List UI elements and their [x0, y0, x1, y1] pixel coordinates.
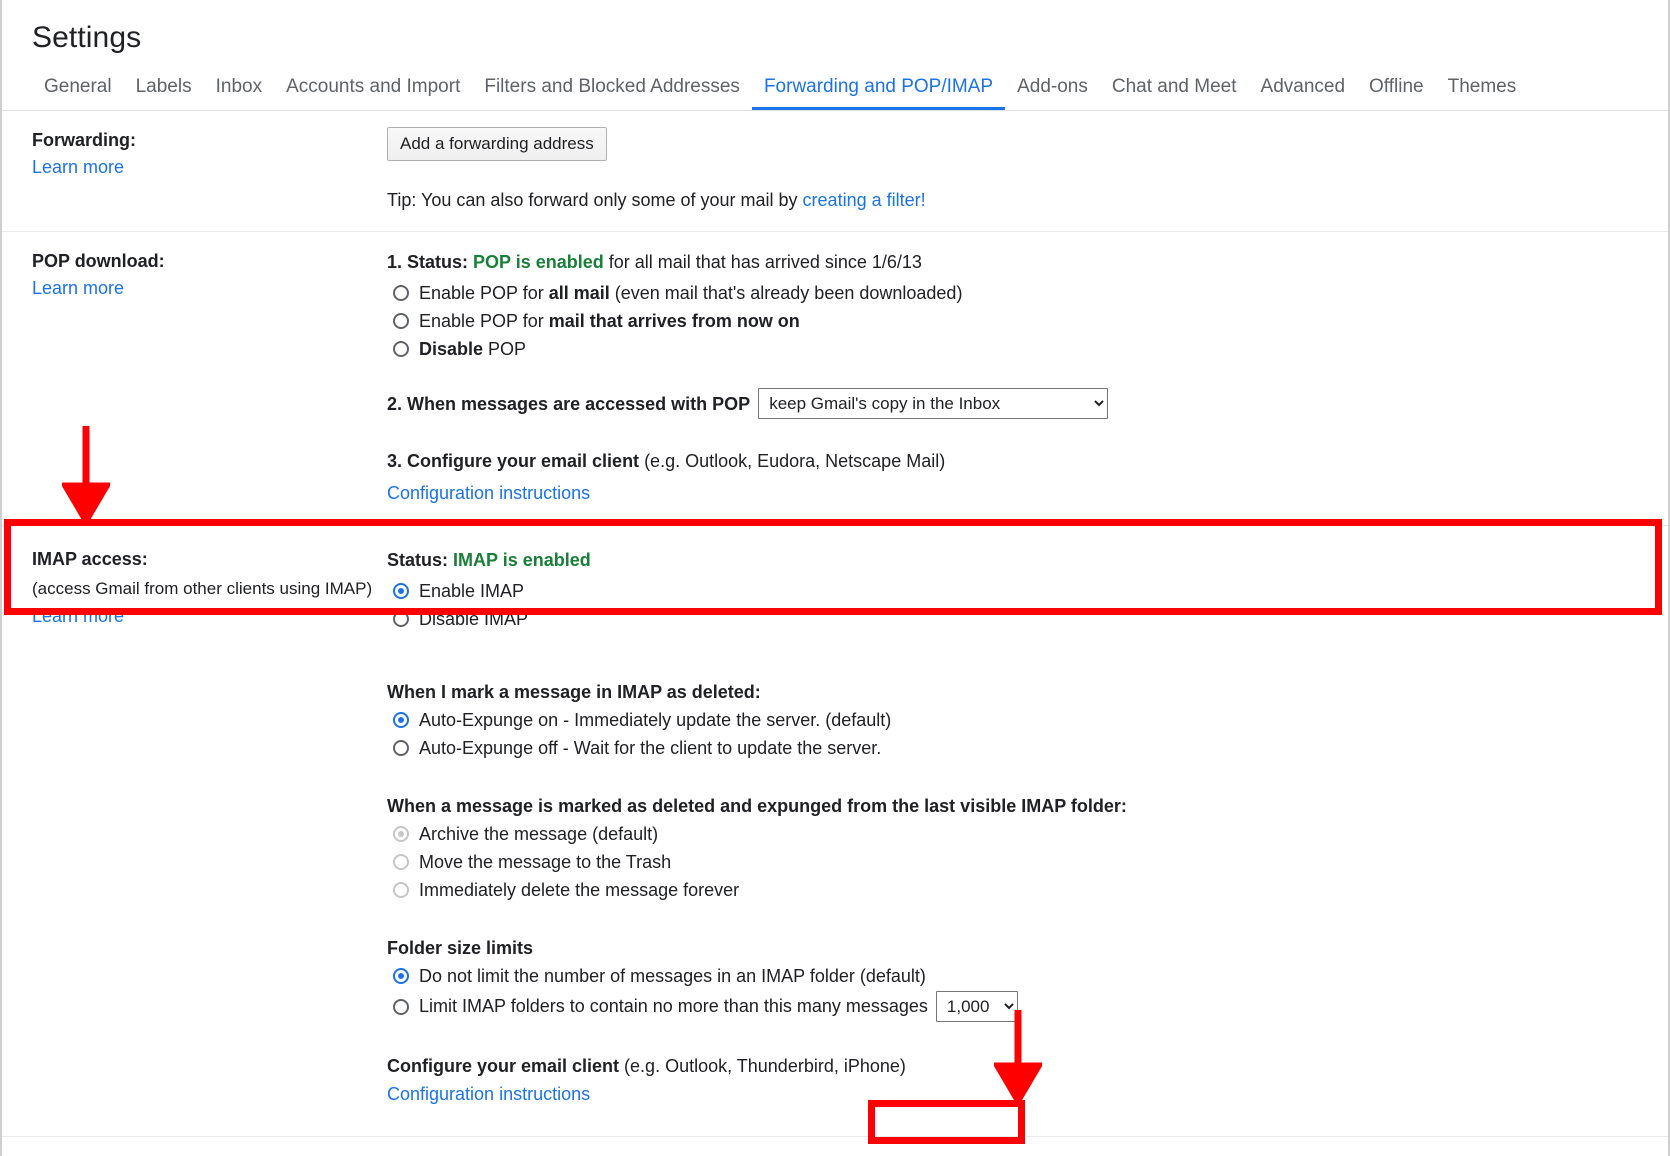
radio-icon[interactable]	[393, 583, 409, 599]
forwarding-tip-text: Tip: You can also forward only some of y…	[387, 190, 803, 210]
forwarding-section: Forwarding: Learn more Add a forwarding …	[2, 111, 1668, 231]
imap-autoexpunge-on-label: Auto-Expunge on - Immediately update the…	[419, 710, 892, 730]
pop-label-column: POP download: Learn more	[2, 232, 387, 525]
radio-icon	[393, 854, 409, 870]
imap-expunged-archive-option: Archive the message (default)	[387, 821, 1668, 848]
pop-download-section: POP download: Learn more 1. Status: POP …	[2, 231, 1668, 525]
imap-learn-more-link[interactable]: Learn more	[32, 602, 124, 630]
pop-status-word: Status:	[407, 252, 474, 272]
imap-option-enable[interactable]: Enable IMAP	[387, 578, 1668, 605]
tab-filters-and-blocked-addresses[interactable]: Filters and Blocked Addresses	[472, 76, 752, 110]
tab-add-ons[interactable]: Add-ons	[1005, 76, 1100, 110]
pop-status-badge: POP is enabled	[473, 252, 604, 272]
forwarding-tip: Tip: You can also forward only some of y…	[387, 187, 1668, 213]
pop-option-disable-label: Disable POP	[419, 339, 527, 359]
radio-icon[interactable]	[393, 968, 409, 984]
imap-option-disable[interactable]: Disable IMAP	[387, 606, 1668, 633]
tab-labels[interactable]: Labels	[124, 76, 204, 110]
pop-option-from-now-on[interactable]: Enable POP for mail that arrives from no…	[387, 308, 1668, 335]
radio-icon[interactable]	[393, 313, 409, 329]
settings-tabbar: General Labels Inbox Accounts and Import…	[2, 66, 1668, 111]
radio-icon[interactable]	[393, 740, 409, 756]
imap-deleted-heading: When I mark a message in IMAP as deleted…	[387, 682, 761, 702]
forwarding-body-column: Add a forwarding address Tip: You can al…	[387, 111, 1668, 231]
tab-accounts-and-import[interactable]: Accounts and Import	[274, 76, 472, 110]
imap-status-badge: IMAP is enabled	[453, 550, 591, 570]
imap-option-enable-label: Enable IMAP	[419, 581, 525, 601]
creating-a-filter-link[interactable]: creating a filter!	[803, 187, 926, 213]
tab-offline[interactable]: Offline	[1357, 76, 1436, 110]
pop-step3-line: 3. Configure your email client (e.g. Out…	[387, 447, 1668, 475]
folder-nolimit-option[interactable]: Do not limit the number of messages in a…	[387, 963, 1668, 990]
imap-body-column: Status: IMAP is enabled Enable IMAP Disa…	[387, 526, 1668, 656]
pop-option-all-mail-label: Enable POP for all mail (even mail that'…	[419, 283, 963, 303]
imap-expunged-trash-label: Move the message to the Trash	[419, 852, 672, 872]
imap-access-section: IMAP access: (access Gmail from other cl…	[2, 525, 1668, 656]
radio-icon[interactable]	[393, 611, 409, 627]
imap-status-word: Status:	[387, 550, 454, 570]
imap-expunged-delete-label: Immediately delete the message forever	[419, 880, 740, 900]
add-forwarding-address-button[interactable]: Add a forwarding address	[387, 127, 607, 161]
imap-expunged-trash-option: Move the message to the Trash	[387, 849, 1668, 876]
tab-general[interactable]: General	[32, 76, 124, 110]
imap-label-column: IMAP access: (access Gmail from other cl…	[2, 526, 387, 656]
pop-status-line: 1. Status: POP is enabled for all mail t…	[387, 248, 1668, 276]
pop-option-disable[interactable]: Disable POP	[387, 336, 1668, 363]
tab-advanced[interactable]: Advanced	[1249, 76, 1358, 110]
folder-size-limits-heading: Folder size limits	[387, 938, 534, 958]
radio-icon	[393, 826, 409, 842]
imap-options-label-column	[2, 656, 387, 1126]
pop-download-label: POP download:	[32, 251, 165, 271]
pop-step3-examples: (e.g. Outlook, Eudora, Netscape Mail)	[639, 451, 946, 471]
pop-step3-label: 3. Configure your email client	[387, 451, 640, 471]
imap-autoexpunge-off-option[interactable]: Auto-Expunge off - Wait for the client t…	[387, 735, 1668, 762]
pop-status-suffix: for all mail that has arrived since 1/6/…	[603, 252, 922, 272]
imap-expunged-delete-option: Immediately delete the message forever	[387, 877, 1668, 904]
imap-expunged-heading: When a message is marked as deleted and …	[387, 796, 1127, 816]
configure-email-client-label: Configure your email client	[387, 1056, 620, 1076]
pop-status-number: 1.	[387, 252, 408, 272]
page-bottom-edge	[2, 1142, 1668, 1156]
pop-option-from-now-on-label: Enable POP for mail that arrives from no…	[419, 311, 800, 331]
radio-icon	[393, 882, 409, 898]
pop-step2-label: 2. When messages are accessed with POP	[387, 393, 751, 414]
radio-icon[interactable]	[393, 341, 409, 357]
pop-configuration-instructions-link[interactable]: Configuration instructions	[387, 479, 590, 507]
folder-nolimit-label: Do not limit the number of messages in a…	[419, 966, 926, 986]
folder-limit-option[interactable]: Limit IMAP folders to contain no more th…	[387, 991, 1668, 1022]
configure-email-client-examples: (e.g. Outlook, Thunderbird, iPhone)	[619, 1056, 906, 1076]
radio-icon[interactable]	[393, 998, 409, 1015]
pop-body-column: 1. Status: POP is enabled for all mail t…	[387, 232, 1668, 525]
pop-step2-row: 2. When messages are accessed with POP k…	[387, 388, 1668, 419]
settings-page: Settings General Labels Inbox Accounts a…	[0, 0, 1670, 1156]
imap-status-line: Status: IMAP is enabled	[387, 546, 1668, 574]
configure-email-client-line: Configure your email client (e.g. Outloo…	[387, 1052, 1668, 1080]
imap-options-section: When I mark a message in IMAP as deleted…	[2, 656, 1668, 1126]
imap-options-body-column: When I mark a message in IMAP as deleted…	[387, 656, 1668, 1126]
imap-access-sublabel: (access Gmail from other clients using I…	[32, 579, 373, 598]
tab-themes[interactable]: Themes	[1436, 76, 1529, 110]
pop-option-all-mail[interactable]: Enable POP for all mail (even mail that'…	[387, 280, 1668, 307]
imap-access-label: IMAP access:	[32, 549, 148, 569]
tab-inbox[interactable]: Inbox	[204, 76, 274, 110]
forwarding-learn-more-link[interactable]: Learn more	[32, 153, 124, 181]
imap-option-disable-label: Disable IMAP	[419, 609, 529, 629]
tab-chat-and-meet[interactable]: Chat and Meet	[1100, 76, 1249, 110]
folder-limit-label: Limit IMAP folders to contain no more th…	[419, 996, 928, 1016]
pop-accessed-action-select[interactable]: keep Gmail's copy in the Inbox mark Gmai…	[758, 388, 1109, 419]
imap-autoexpunge-off-label: Auto-Expunge off - Wait for the client t…	[419, 738, 882, 758]
page-title: Settings	[32, 21, 142, 54]
forwarding-label-column: Forwarding: Learn more	[2, 111, 387, 231]
imap-autoexpunge-on-option[interactable]: Auto-Expunge on - Immediately update the…	[387, 707, 1668, 734]
folder-limit-size-select[interactable]: 1,000 2,000 5,000 10,000	[935, 991, 1018, 1022]
radio-icon[interactable]	[393, 712, 409, 728]
pop-learn-more-link[interactable]: Learn more	[32, 274, 124, 302]
forwarding-label: Forwarding:	[32, 130, 136, 150]
imap-expunged-archive-label: Archive the message (default)	[419, 824, 659, 844]
tab-forwarding-and-pop-imap[interactable]: Forwarding and POP/IMAP	[752, 76, 1005, 110]
imap-configuration-instructions-link[interactable]: Configuration instructions	[387, 1080, 590, 1108]
radio-icon[interactable]	[393, 285, 409, 301]
